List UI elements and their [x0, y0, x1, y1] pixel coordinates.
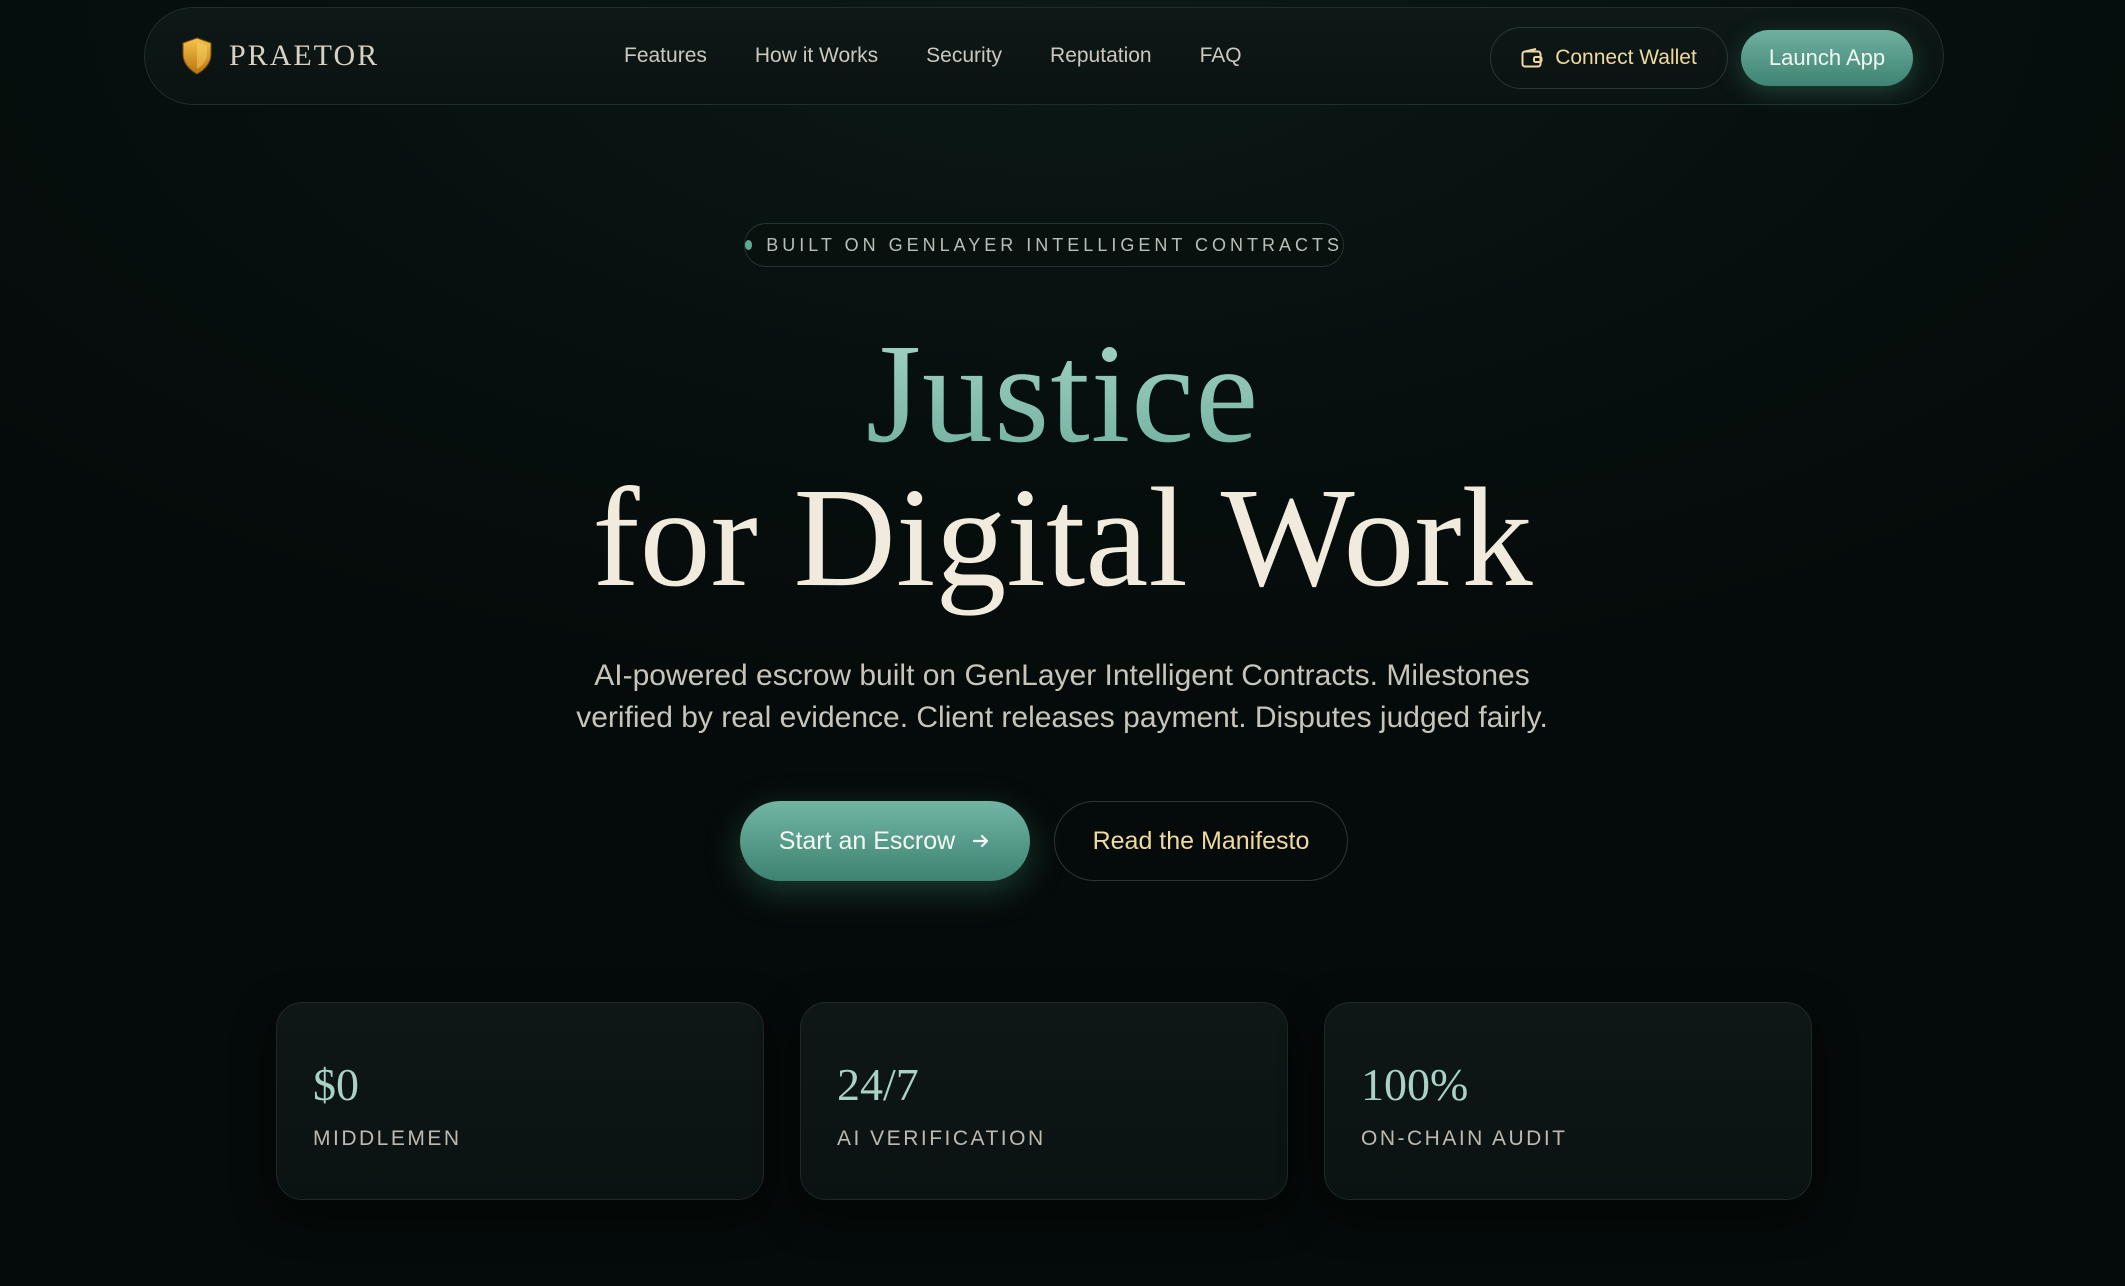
hero-subtitle-line2: verified by real evidence. Client releas… — [576, 701, 1548, 734]
stat-label: MIDDLEMEN — [313, 1127, 462, 1150]
start-escrow-label: Start an Escrow — [778, 826, 956, 855]
top-navbar: PRAETOR Features How it Works Security R… — [144, 7, 1944, 105]
nav-link-reputation[interactable]: Reputation — [1050, 44, 1152, 68]
nav-link-features[interactable]: Features — [624, 44, 707, 68]
brand-logo[interactable]: PRAETOR — [181, 8, 379, 104]
stat-card-on-chain-audit: 100% ON-CHAIN AUDIT — [1324, 1002, 1812, 1200]
nav-links: Features How it Works Security Reputatio… — [624, 8, 1290, 104]
brand-name: PRAETOR — [229, 39, 380, 72]
nav-link-security[interactable]: Security — [926, 44, 1002, 68]
arrow-right-icon — [973, 834, 989, 848]
hero-subtitle-line1: AI-powered escrow built on GenLayer Inte… — [594, 659, 1530, 692]
stat-value: 100% — [1361, 1059, 1469, 1110]
stat-label: ON-CHAIN AUDIT — [1361, 1127, 1568, 1150]
stat-value: $0 — [313, 1059, 359, 1110]
shield-icon — [182, 37, 212, 75]
badge-text: BUILT ON GENLAYER INTELLIGENT CONTRACTS — [766, 234, 1343, 255]
wallet-icon — [1521, 48, 1543, 68]
nav-link-faq[interactable]: FAQ — [1200, 44, 1242, 68]
hero-subtitle: AI-powered escrow built on GenLayer Inte… — [462, 655, 1662, 739]
status-dot-icon — [745, 240, 753, 250]
stat-value: 24/7 — [837, 1059, 919, 1110]
stat-label: AI VERIFICATION — [837, 1127, 1046, 1150]
built-on-badge: BUILT ON GENLAYER INTELLIGENT CONTRACTS — [744, 223, 1344, 267]
hero-title-line1: Justice — [0, 318, 2125, 468]
hero-title-line2: for Digital Work — [592, 458, 1533, 616]
launch-app-button[interactable]: Launch App — [1741, 30, 1913, 86]
stat-card-ai-verification: 24/7 AI VERIFICATION — [800, 1002, 1288, 1200]
stat-card-middlemen: $0 MIDDLEMEN — [276, 1002, 764, 1200]
nav-link-how-it-works[interactable]: How it Works — [755, 44, 878, 68]
connect-wallet-label: Connect Wallet — [1555, 46, 1697, 69]
read-manifesto-button[interactable]: Read the Manifesto — [1054, 801, 1348, 881]
start-escrow-button[interactable]: Start an Escrow — [740, 801, 1030, 881]
connect-wallet-button[interactable]: Connect Wallet — [1490, 27, 1728, 89]
